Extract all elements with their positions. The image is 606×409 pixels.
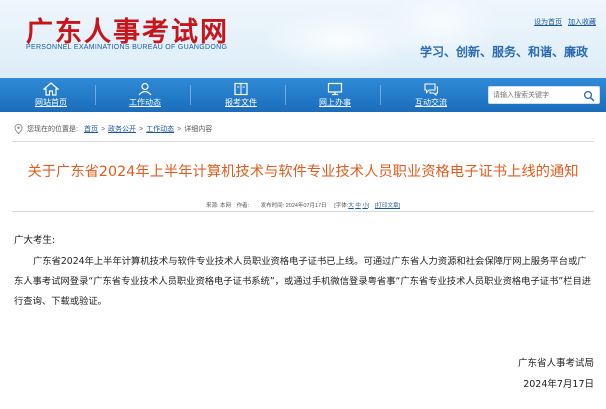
nav-item-home[interactable]: 网站首页 [16,78,86,112]
chat-icon [424,83,438,96]
site-header: 广东人事考试网 PERSONNEL EXAMINATIONS BUREAU OF… [0,0,606,78]
breadcrumb-work-news[interactable]: 工作动态 [146,124,174,134]
font-size-medium[interactable]: 中 [355,203,361,209]
book-icon [234,82,248,96]
print-article-link[interactable]: [打印文章] [375,203,400,209]
site-logo-subtitle: PERSONNEL EXAMINATIONS BUREAU OF GUANGDO… [26,44,228,51]
meta-source: 来源: 本网 [205,203,232,209]
nav-label: 互动交流 [415,98,447,107]
search-box [488,86,600,104]
nav-label: 工作动态 [129,98,161,107]
person-icon [138,82,152,96]
article-title: 关于广东省2024年上半年计算机技术与软件专业技术人员职业资格电子证书上线的通知 [27,164,579,180]
divider [12,141,594,142]
article-date: 2024年7月17日 [523,379,594,390]
nav-label: 报考文件 [225,98,257,107]
search-input[interactable] [493,89,577,102]
article-paragraph: 广东省2024年上半年计算机技术与软件专业技术人员职业资格电子证书已上线。可通过… [14,256,592,307]
nav-item-work-news[interactable]: 工作动态 [110,78,180,112]
nav-divider [190,85,191,105]
search-icon[interactable] [583,90,595,102]
meta-author: 作者: [236,203,250,209]
font-size-large[interactable]: 大 [348,203,354,209]
breadcrumb-prefix: 您现在的位置是: [27,126,78,133]
nav-divider [380,85,381,105]
set-homepage-link[interactable]: 设为首页 [534,19,562,26]
font-size-label: [字体: [334,203,349,209]
breadcrumb: 您现在的位置是: 首页 > 政务公开 > 工作动态 > 详细内容 [14,124,212,134]
home-icon [43,82,59,96]
nav-label: 网上办事 [319,98,351,107]
location-pin-icon [14,124,23,134]
article-signature: 广东省人事考试局 [517,358,594,369]
monitor-icon [327,82,343,96]
breadcrumb-home[interactable]: 首页 [84,124,98,134]
site-slogan: 学习、创新、服务、和谐、廉政 [419,45,588,59]
top-links: 设为首页 加入收藏 [530,17,596,27]
nav-divider [285,85,286,105]
nav-item-exam-files[interactable]: 报考文件 [206,78,276,112]
divider [12,211,594,212]
font-size-suffix: ] [367,203,370,209]
nav-item-online-service[interactable]: 网上办事 [300,78,370,112]
breadcrumb-gov-affairs[interactable]: 政务公开 [108,124,136,134]
article-salutation: 广大考生: [14,235,56,246]
nav-item-interaction[interactable]: 互动交流 [396,78,466,112]
breadcrumb-current: 详细内容 [184,126,213,133]
article-meta: 来源: 本网 作者: 发布时间: 2024年07月17日 [字体:大 中 小] … [0,201,606,209]
nav-label: 网站首页 [35,98,67,107]
add-favorite-link[interactable]: 加入收藏 [568,19,596,26]
nav-divider [95,85,96,105]
meta-date: 发布时间: 2024年07月17日 [260,203,327,209]
